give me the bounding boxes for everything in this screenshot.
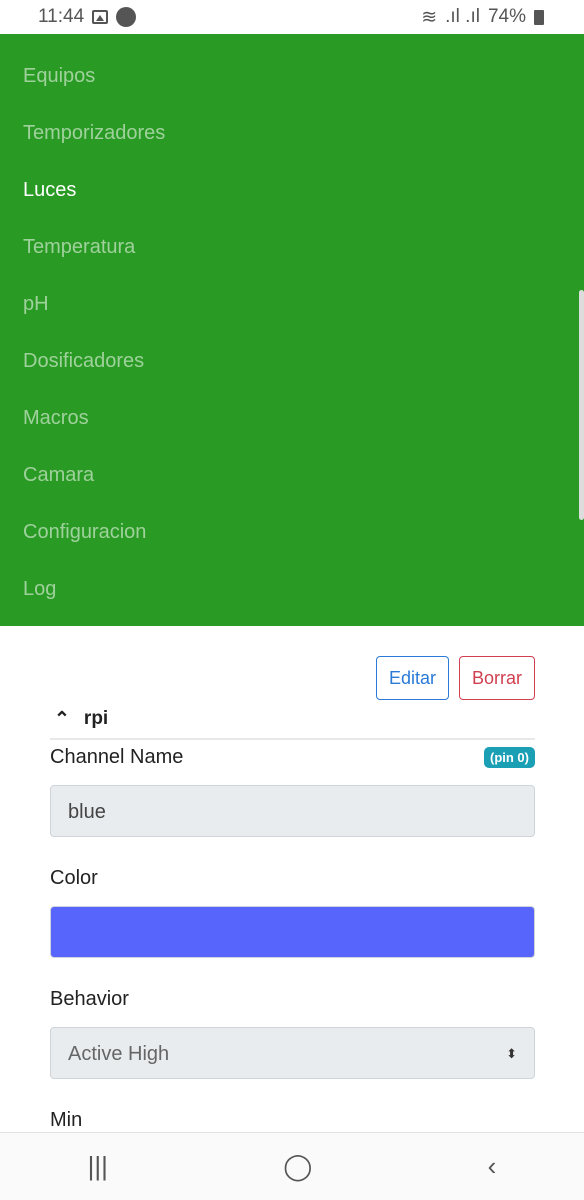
nav-item-dosificadores[interactable]: Dosificadores <box>0 333 584 390</box>
light-channel-form: Editar Borrar ⌃ rpi Channel Name (pin 0)… <box>0 626 584 1132</box>
channel-name-label: Channel Name <box>50 746 184 768</box>
color-input[interactable] <box>50 906 535 958</box>
nav-item-luces[interactable]: Luces <box>0 162 584 219</box>
section-title: rpi <box>83 708 109 729</box>
image-notification-icon <box>92 10 109 24</box>
nav-item-log[interactable]: Log <box>0 561 584 618</box>
signal-icon: .ıl .ıl <box>445 6 480 27</box>
pin-badge: (pin 0) <box>484 747 535 768</box>
status-bar: 11:44 ≋ .ıl .ıl 74% <box>0 0 584 34</box>
recent-apps-button[interactable]: ||| <box>88 1151 108 1182</box>
battery-icon <box>534 9 544 25</box>
back-button[interactable]: ‹ <box>488 1151 497 1182</box>
nav-item-macros[interactable]: Macros <box>0 390 584 447</box>
home-button[interactable]: ◯ <box>283 1151 312 1182</box>
behavior-label: Behavior <box>50 988 129 1010</box>
app-notification-icon <box>116 7 137 27</box>
nav-item-configuracion[interactable]: Configuracion <box>0 504 584 561</box>
nav-item-equipos[interactable]: Equipos <box>0 48 584 105</box>
behavior-value: Active High <box>68 1043 170 1065</box>
select-arrows-icon: ⬍ <box>506 1046 517 1061</box>
nav-item-camara[interactable]: Camara <box>0 447 584 504</box>
min-label: Min <box>50 1109 83 1131</box>
delete-button[interactable]: Borrar <box>458 656 535 700</box>
battery-level: 74% <box>487 6 526 27</box>
wifi-icon: ≋ <box>421 6 438 28</box>
channel-name-input[interactable]: blue <box>50 785 535 837</box>
system-nav-bar: ||| ◯ ‹ <box>0 1132 584 1200</box>
edit-button[interactable]: Editar <box>375 656 449 700</box>
section-header[interactable]: ⌃ rpi <box>50 700 535 740</box>
nav-item-temperatura[interactable]: Temperatura <box>0 219 584 276</box>
color-label: Color <box>50 867 98 889</box>
behavior-select[interactable]: Active High ⬍ <box>50 1027 535 1079</box>
main-nav: Equipos Temporizadores Luces Temperatura pH D… <box>0 34 584 626</box>
scrollbar[interactable] <box>579 290 584 520</box>
nav-item-ph[interactable]: pH <box>0 276 584 333</box>
nav-item-temporizadores[interactable]: Temporizadores <box>0 105 584 162</box>
clock: 11:44 <box>38 6 85 27</box>
chevron-up-icon: ⌃ <box>54 708 70 730</box>
